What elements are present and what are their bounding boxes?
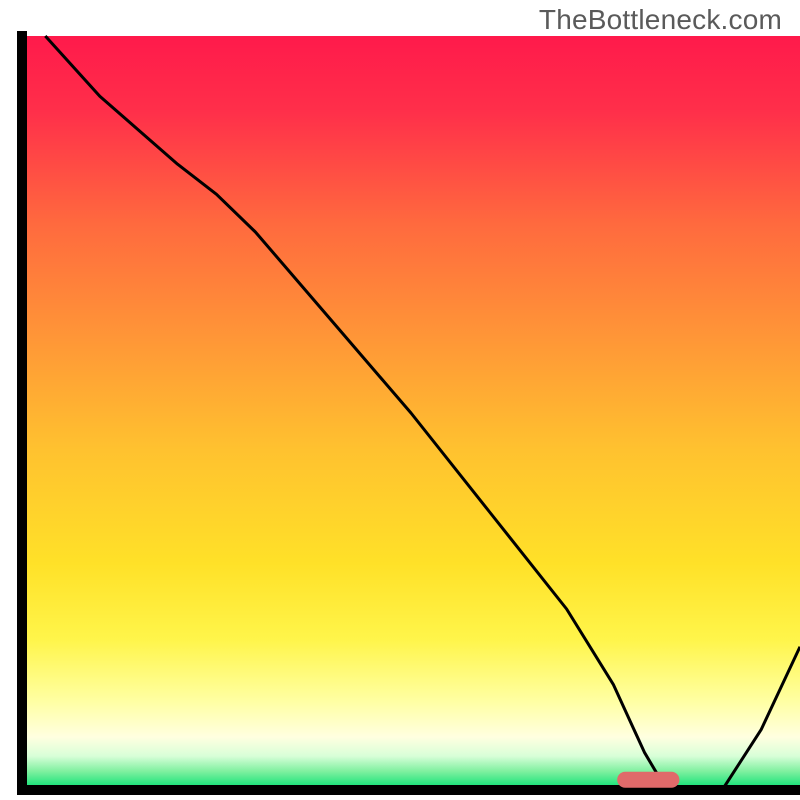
chart-body [22, 36, 800, 790]
chart-svg [0, 0, 800, 800]
highlight-bar [617, 772, 679, 788]
chart-container: TheBottleneck.com [0, 0, 800, 800]
